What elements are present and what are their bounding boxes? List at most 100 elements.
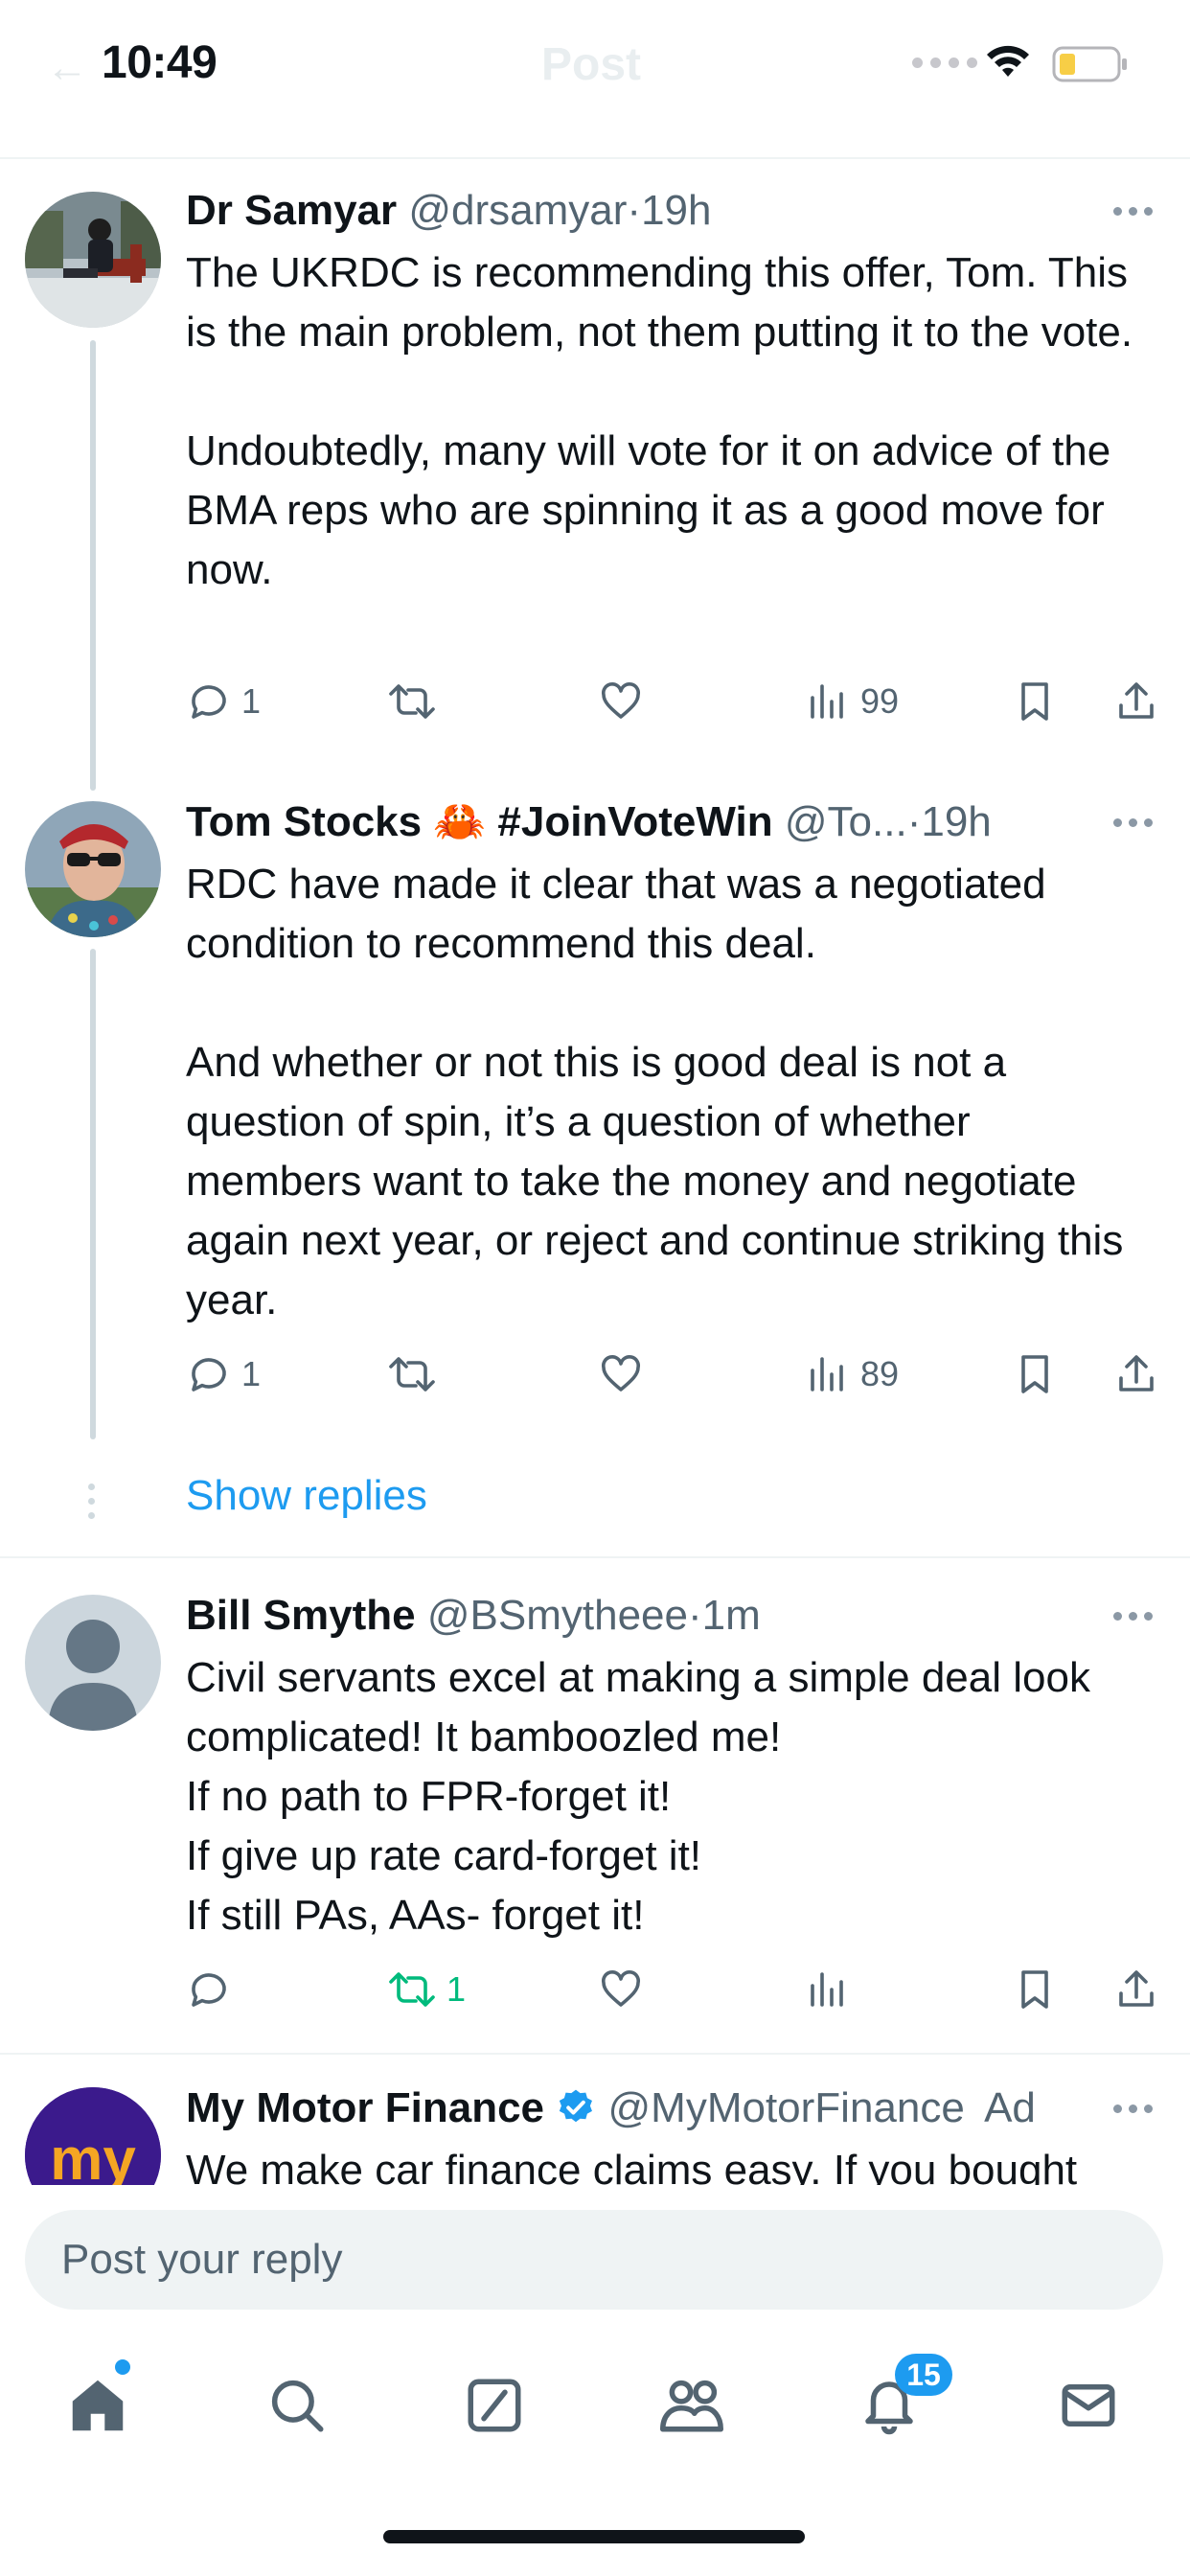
timestamp: 19h — [641, 187, 712, 234]
views-button[interactable]: 99 — [805, 673, 899, 730]
top-header: ← 10:49 Post — [0, 0, 1190, 159]
home-indicator — [383, 2530, 805, 2543]
views-icon — [811, 1972, 843, 2007]
timestamp: 1m — [701, 1592, 761, 1639]
messages-icon — [1062, 2384, 1115, 2426]
more-options-icon[interactable] — [1113, 207, 1153, 216]
tweet-actions: 1 — [186, 1961, 1163, 2018]
author-name[interactable]: Tom Stocks — [186, 798, 422, 845]
more-options-icon[interactable] — [1113, 1612, 1153, 1621]
tab-home[interactable] — [59, 2367, 136, 2444]
bookmark-button[interactable] — [1012, 1961, 1058, 2018]
views-icon — [811, 684, 843, 719]
author-handle[interactable]: @To... — [785, 798, 907, 845]
views-count: 99 — [860, 681, 900, 721]
reply-input[interactable]: Post your reply — [25, 2210, 1163, 2310]
tweet-actions: 1 89 — [186, 1346, 1163, 1403]
reply-icon — [192, 1358, 226, 1392]
tab-messages[interactable] — [1050, 2367, 1127, 2444]
tweet-header: Tom Stocks 🦀 #JoinVoteWin @To...·19h — [186, 797, 992, 847]
retweet-icon — [389, 1972, 435, 2007]
status-time: 10:49 — [102, 37, 217, 88]
like-button[interactable] — [598, 1961, 653, 2018]
reply-count: 1 — [241, 681, 262, 721]
reply-icon — [192, 1973, 226, 2007]
battery-icon — [1052, 46, 1127, 82]
separator-dot: · — [906, 798, 922, 845]
views-count: 89 — [860, 1354, 900, 1393]
communities-icon — [660, 2380, 723, 2432]
more-options-icon[interactable] — [1113, 818, 1153, 827]
more-options-icon[interactable] — [1113, 2104, 1153, 2113]
bookmark-button[interactable] — [1012, 1346, 1058, 1403]
default-avatar-icon[interactable] — [25, 1595, 161, 1731]
tweet-text: RDC have made it clear that was a negoti… — [186, 861, 1124, 1323]
views-icon — [811, 1357, 843, 1392]
wifi-icon — [987, 45, 1029, 77]
retweet-button[interactable]: 1 — [387, 1961, 466, 2018]
bookmark-icon — [1021, 682, 1048, 721]
tab-search[interactable] — [259, 2367, 335, 2444]
ad-label: Ad — [984, 2084, 1036, 2131]
notification-badge: 15 — [895, 2354, 952, 2396]
reply-count: 1 — [241, 1354, 262, 1393]
share-icon — [1119, 1970, 1154, 2007]
like-button[interactable] — [598, 673, 653, 730]
author-name[interactable]: Bill Smythe — [186, 1592, 416, 1639]
retweet-count: 1 — [446, 1969, 467, 2009]
timestamp: 19h — [921, 798, 992, 845]
reply-button[interactable]: 1 — [186, 1346, 261, 1403]
retweet-button[interactable] — [387, 673, 446, 730]
crab-emoji: 🦀 — [433, 798, 487, 845]
tab-communities[interactable] — [653, 2367, 730, 2444]
share-icon — [1119, 1355, 1154, 1392]
tweet-header: Bill Smythe @BSmytheee·1m — [186, 1591, 761, 1641]
share-icon — [1119, 682, 1154, 719]
views-button[interactable]: 89 — [805, 1346, 899, 1403]
reply-button[interactable]: 1 — [186, 673, 261, 730]
reply-icon — [192, 685, 226, 719]
home-icon — [72, 2380, 124, 2431]
retweet-icon — [389, 684, 435, 719]
author-handle[interactable]: @MyMotorFinance — [608, 2084, 965, 2131]
reply-placeholder: Post your reply — [61, 2236, 343, 2283]
tweet-text: The UKRDC is recommending this offer, To… — [186, 249, 1133, 593]
bookmark-button[interactable] — [1012, 673, 1058, 730]
bookmark-icon — [1021, 1355, 1048, 1393]
author-handle[interactable]: @BSmytheee — [427, 1592, 688, 1639]
thread-line — [90, 949, 96, 1439]
divider — [0, 1556, 1190, 1558]
retweet-icon — [389, 1357, 435, 1392]
tab-grok[interactable] — [456, 2367, 533, 2444]
tweet-header: My Motor Finance @MyMotorFinance Ad — [186, 2083, 1036, 2133]
bookmark-icon — [1021, 1970, 1048, 2009]
heart-icon — [601, 1354, 641, 1392]
brand-logo-text: my — [50, 2127, 136, 2193]
search-icon — [271, 2380, 324, 2432]
author-name[interactable]: My Motor Finance — [186, 2084, 544, 2131]
heart-icon — [601, 1969, 641, 2007]
author-name[interactable]: Dr Samyar — [186, 187, 397, 234]
views-button[interactable] — [805, 1961, 860, 2018]
share-button[interactable] — [1113, 673, 1159, 730]
share-button[interactable] — [1113, 1346, 1159, 1403]
home-unread-dot — [115, 2359, 130, 2375]
author-hashtag[interactable]: #JoinVoteWin — [497, 798, 772, 845]
author-handle[interactable]: @drsamyar — [408, 187, 627, 234]
thread-ellipsis-icon — [88, 1484, 95, 1519]
thread-line — [90, 340, 96, 791]
page-title: Post — [541, 39, 642, 90]
avatar[interactable] — [25, 192, 161, 328]
retweet-button[interactable] — [387, 1346, 446, 1403]
show-replies-link[interactable]: Show replies — [186, 1472, 427, 1520]
tweet-header: Dr Samyar @drsamyar·19h — [186, 186, 712, 236]
reply-button[interactable] — [186, 1961, 241, 2018]
tweet-actions: 1 99 — [186, 673, 1163, 730]
share-button[interactable] — [1113, 1961, 1159, 2018]
back-arrow-icon[interactable]: ← — [46, 44, 88, 92]
like-button[interactable] — [598, 1346, 653, 1403]
avatar[interactable] — [25, 801, 161, 937]
divider — [0, 2053, 1190, 2055]
verified-badge-icon — [560, 2089, 593, 2123]
tweet-text: Civil servants excel at making a simple … — [186, 1654, 1090, 1939]
